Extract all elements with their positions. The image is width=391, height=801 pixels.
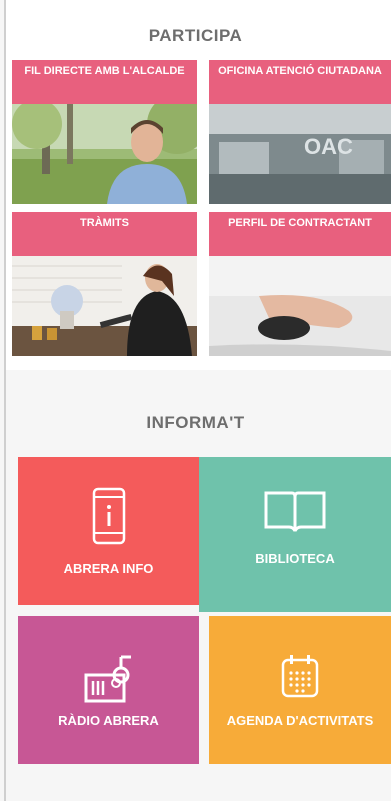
photo-hand-mouse (209, 256, 391, 356)
tile-tramits[interactable]: TRÀMITS (12, 212, 197, 357)
smartphone-info-icon (92, 487, 125, 544)
tile-agenda-activitats[interactable]: AGENDA D'ACTIVITATS (209, 616, 391, 764)
photo-mayor (12, 104, 197, 204)
tile-abrera-info[interactable]: ABRERA INFO (18, 457, 199, 605)
participa-title: PARTICIPA (148, 26, 243, 45)
tile-label: PERFIL DE CONTRACTANT (209, 212, 391, 256)
tile-oficina-atencio[interactable]: OFICINA ATENCIÓ CIUTADANA OAC (209, 60, 391, 204)
oac-sign: OAC (304, 134, 353, 159)
tile-label: RÀDIO ABRERA (58, 712, 159, 728)
photo-oac-office: OAC (209, 104, 391, 204)
informat-title: INFORMA'T (146, 413, 245, 432)
left-border (4, 0, 6, 801)
tile-label: OFICINA ATENCIÓ CIUTADANA (209, 60, 391, 104)
tile-label: ABRERA INFO (63, 560, 154, 576)
calendar-icon (281, 654, 319, 697)
tile-fil-directe-alcalde[interactable]: FIL DIRECTE AMB L'ALCALDE (12, 60, 197, 204)
photo-woman-tablet (12, 256, 197, 356)
tile-radio-abrera[interactable]: RÀDIO ABRERA (18, 616, 199, 764)
tile-label: BIBLIOTECA (255, 551, 335, 566)
tile-label: TRÀMITS (12, 212, 197, 256)
book-icon (264, 491, 326, 532)
radio-icon (84, 655, 131, 702)
tile-label: FIL DIRECTE AMB L'ALCALDE (12, 60, 197, 104)
tile-perfil-contractant[interactable]: PERFIL DE CONTRACTANT (209, 212, 391, 357)
tile-label: AGENDA D'ACTIVITATS (226, 712, 374, 728)
tile-biblioteca[interactable]: BIBLIOTECA (199, 457, 391, 612)
